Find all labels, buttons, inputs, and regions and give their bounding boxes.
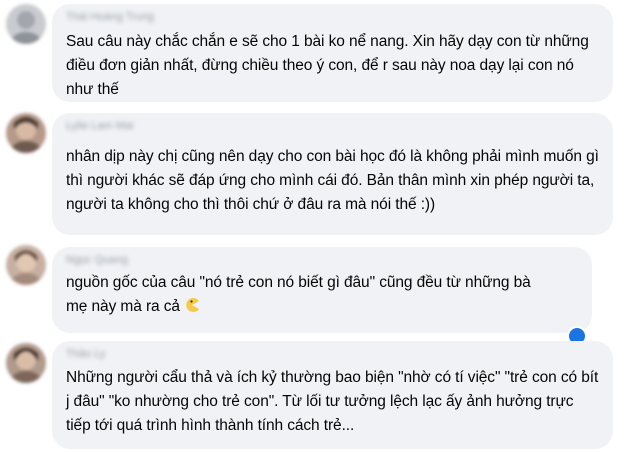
comment-author[interactable]: Thái Hoàng Trung <box>66 11 154 23</box>
avatar[interactable] <box>6 245 46 285</box>
comment-bubble: Thái Hoàng Trung Sau câu này chắc chắn e… <box>52 4 613 102</box>
comment-bubble: Thảo Ly Những người cẩu thả và ích kỷ th… <box>52 341 613 449</box>
avatar[interactable] <box>6 343 46 383</box>
comment-text: Những người cẩu thả và ích kỷ thường bao… <box>66 369 599 434</box>
comment-author[interactable]: Ngọc Quang <box>66 254 128 266</box>
comment-text: Sau câu này chắc chắn e sẽ cho 1 bài ko … <box>66 33 589 98</box>
comment-text: nhân dịp này chị cũng nên dạy cho con bà… <box>66 148 599 213</box>
comment-author[interactable]: Lylie Lam Mai <box>66 120 133 132</box>
avatar[interactable] <box>6 113 46 153</box>
comment-text: nguồn gốc của câu "nó trẻ con nó biết gì… <box>66 271 532 319</box>
comment-bubble: Lylie Lam Mai nhân dịp này chị cũng nên … <box>52 113 613 235</box>
comment-author[interactable]: Thảo Ly <box>66 348 105 360</box>
pacman-emoji-icon <box>184 297 200 313</box>
comment-thread: Thái Hoàng Trung Sau câu này chắc chắn e… <box>0 0 637 452</box>
comment-text-body: nguồn gốc của câu "nó trẻ con nó biết gì… <box>66 274 531 315</box>
comment-bubble: Ngọc Quang nguồn gốc của câu "nó trẻ con… <box>52 247 592 333</box>
avatar[interactable] <box>6 4 46 44</box>
